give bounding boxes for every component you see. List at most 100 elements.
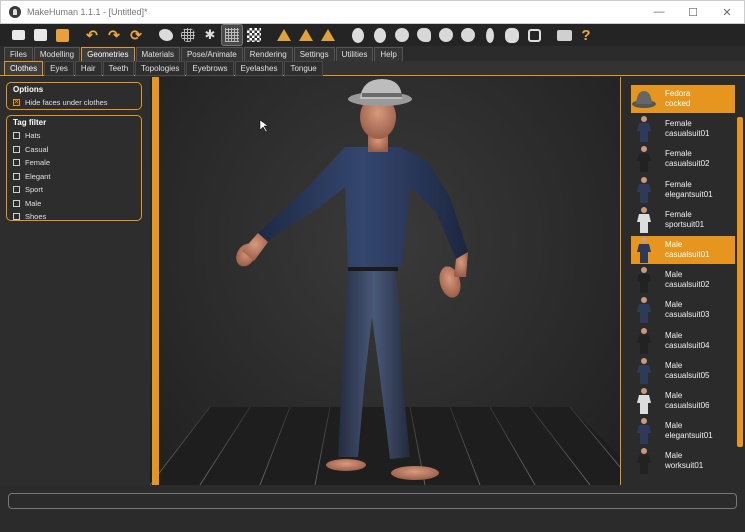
clothes-item[interactable]: Male casualsuit04 bbox=[631, 327, 735, 355]
checkbox-icon[interactable] bbox=[13, 186, 20, 194]
clothes-item[interactable]: Male casualsuit03 bbox=[631, 296, 735, 324]
tab-help[interactable]: Help bbox=[374, 47, 403, 61]
clothes-item-line1: Fedora bbox=[665, 89, 691, 98]
title-bar: MakeHuman 1.1.1 - [Untitled]* — ☐ ✕ bbox=[0, 0, 745, 24]
subtab-eyes[interactable]: Eyes bbox=[44, 60, 74, 76]
clothes-item-line1: Male bbox=[665, 330, 683, 340]
side-view-icon[interactable] bbox=[296, 25, 316, 45]
tab-rendering[interactable]: Rendering bbox=[243, 47, 293, 61]
clothes-item[interactable]: Male casualsuit02 bbox=[631, 266, 735, 294]
subtab-eyelashes[interactable]: Eyelashes bbox=[234, 60, 284, 76]
checkbox-icon[interactable] bbox=[13, 199, 20, 207]
checkbox-icon[interactable] bbox=[13, 172, 20, 180]
checkbox-icon[interactable] bbox=[13, 213, 20, 221]
options-title: Options bbox=[13, 85, 44, 94]
clothes-list-panel: Fedora cocked Female casualsuit01 Female casu… bbox=[620, 77, 745, 485]
head-right-icon[interactable] bbox=[436, 25, 456, 45]
makehuman-app-icon bbox=[9, 6, 21, 18]
hide-faces-checkbox[interactable]: Hide faces under clothes bbox=[13, 96, 135, 110]
clothes-item[interactable]: Male casualsuit01 bbox=[631, 236, 735, 264]
head-top-icon[interactable] bbox=[458, 25, 478, 45]
head-front-icon[interactable] bbox=[348, 25, 368, 45]
wireframe-icon[interactable] bbox=[178, 25, 198, 45]
clothes-item-label: Male worksuit01 bbox=[665, 451, 703, 471]
scrollbar-thumb[interactable] bbox=[737, 117, 743, 447]
tag-male[interactable]: Male bbox=[13, 197, 135, 211]
close-icon[interactable]: ✕ bbox=[710, 0, 744, 24]
maximize-icon[interactable]: ☐ bbox=[676, 0, 710, 24]
tab-settings[interactable]: Settings bbox=[293, 47, 335, 61]
clothes-list-scrollbar[interactable] bbox=[736, 77, 744, 485]
clothes-item-line2: worksuit01 bbox=[665, 461, 704, 471]
clothes-item-label: Male casualsuit03 bbox=[665, 300, 709, 320]
front-view-icon[interactable] bbox=[274, 25, 294, 45]
head-back-icon[interactable] bbox=[392, 25, 412, 45]
head-left-icon[interactable] bbox=[414, 25, 434, 45]
pose-icon[interactable]: ✱ bbox=[200, 25, 220, 45]
clothes-item[interactable]: Male casualsuit06 bbox=[631, 387, 735, 415]
tag-sport[interactable]: Sport bbox=[13, 183, 135, 197]
subtab-teeth[interactable]: Teeth bbox=[102, 60, 135, 76]
subtab-clothes[interactable]: Clothes bbox=[4, 60, 44, 76]
undo-icon[interactable]: ↶ bbox=[82, 25, 102, 45]
tab-files[interactable]: Files bbox=[4, 47, 33, 61]
clothes-item[interactable]: Female sportsuit01 bbox=[631, 206, 735, 234]
redo-icon[interactable]: ↷ bbox=[104, 25, 124, 45]
clothes-item[interactable]: Male elegantsuit01 bbox=[631, 417, 735, 445]
tab-utilities[interactable]: Utilities bbox=[335, 47, 374, 61]
clothes-item-line2: casualsuit01 bbox=[665, 250, 710, 259]
subtab-eyebrows[interactable]: Eyebrows bbox=[186, 60, 234, 76]
tag-hats[interactable]: Hats bbox=[13, 129, 135, 143]
tab-modelling[interactable]: Modelling bbox=[33, 47, 81, 61]
subtab-topologies[interactable]: Topologies bbox=[135, 60, 186, 76]
clothes-thumbnail bbox=[631, 206, 657, 234]
clothes-item-line1: Male bbox=[665, 421, 683, 431]
tag-female[interactable]: Female bbox=[13, 156, 135, 170]
clothes-thumbnail bbox=[631, 115, 657, 143]
tab-geometries[interactable]: Geometries bbox=[81, 47, 135, 61]
minimize-icon[interactable]: — bbox=[642, 0, 676, 24]
head-side-icon[interactable] bbox=[370, 25, 390, 45]
clothes-item-line1: Male bbox=[665, 240, 683, 249]
tab-pose-animate[interactable]: Pose/Animate bbox=[180, 47, 243, 61]
checkbox-icon[interactable] bbox=[13, 159, 20, 167]
subtab-hair[interactable]: Hair bbox=[74, 60, 102, 76]
checkbox-icon[interactable] bbox=[13, 132, 20, 140]
clothes-item[interactable]: Female casualsuit02 bbox=[631, 145, 735, 173]
body-icon[interactable] bbox=[480, 25, 500, 45]
smooth-icon[interactable] bbox=[156, 25, 176, 45]
sub-tabs: Clothes Eyes Hair Teeth Topologies Eyebr… bbox=[0, 60, 745, 76]
tag-elegant[interactable]: Elegant bbox=[13, 170, 135, 184]
checkbox-icon[interactable] bbox=[13, 98, 20, 107]
clothes-item[interactable]: Fedora cocked bbox=[631, 85, 735, 113]
tag-casual[interactable]: Casual bbox=[13, 143, 135, 157]
help-icon[interactable]: ? bbox=[576, 25, 596, 45]
clothes-item[interactable]: Female casualsuit01 bbox=[631, 115, 735, 143]
main-tabs: Files Modelling Geometries Materials Pos… bbox=[0, 46, 745, 61]
frame-icon[interactable] bbox=[524, 25, 544, 45]
subtab-tongue[interactable]: Tongue bbox=[284, 60, 323, 76]
mouse-cursor-icon bbox=[259, 119, 269, 133]
new-icon[interactable] bbox=[8, 25, 28, 45]
clothes-item-line2: cocked bbox=[665, 99, 691, 108]
checker-icon[interactable] bbox=[244, 25, 264, 45]
clothes-item[interactable]: Female elegantsuit01 bbox=[631, 176, 735, 204]
tab-materials[interactable]: Materials bbox=[135, 47, 180, 61]
window-title: MakeHuman 1.1.1 - [Untitled]* bbox=[27, 7, 148, 17]
clothes-item-label: Male casualsuit05 bbox=[665, 361, 709, 381]
clothes-item[interactable]: Male worksuit01 bbox=[631, 447, 735, 475]
bodies-icon[interactable] bbox=[502, 25, 522, 45]
screenshot-icon[interactable] bbox=[554, 25, 574, 45]
reset-icon[interactable]: ⟳ bbox=[126, 25, 146, 45]
viewport-zoom-slider[interactable] bbox=[152, 77, 159, 485]
checkbox-icon[interactable] bbox=[13, 145, 20, 153]
save-icon[interactable] bbox=[30, 25, 50, 45]
clothes-item-line2: casualsuit04 bbox=[665, 340, 710, 350]
3d-viewport[interactable] bbox=[150, 77, 620, 485]
export-icon[interactable] bbox=[52, 25, 72, 45]
clothes-item-label: Fedora cocked bbox=[665, 89, 690, 109]
grid-icon[interactable] bbox=[221, 24, 243, 46]
tag-shoes[interactable]: Shoes bbox=[13, 210, 135, 224]
top-view-icon[interactable] bbox=[318, 25, 338, 45]
clothes-item[interactable]: Male casualsuit05 bbox=[631, 357, 735, 385]
